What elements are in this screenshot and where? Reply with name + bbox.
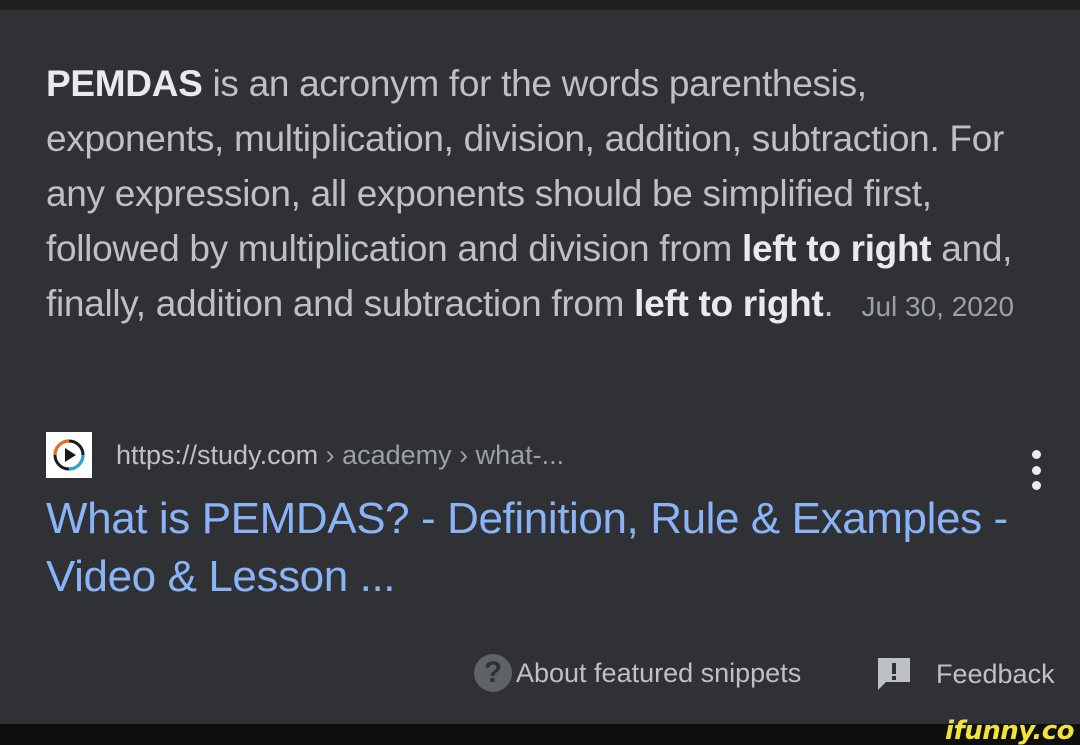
play-icon [53,439,85,471]
bottom-edge-bar [0,724,1080,745]
ifunny-watermark-logo: ifunny.co [945,716,1074,745]
about-featured-snippets-label: About featured snippets [516,657,802,688]
result-url[interactable]: https://study.com › academy › what-... [116,440,564,471]
snippet-date: Jul 30, 2020 [861,291,1015,322]
kebab-dot [1031,481,1041,490]
snippet-footer: ? About featured snippets Feedback [0,652,1080,696]
about-featured-snippets-link[interactable]: ? About featured snippets [474,654,801,692]
result-breadcrumb: › academy › what-... [318,439,565,470]
feedback-label: Feedback [936,658,1055,689]
result-source[interactable]: https://study.com › academy › what-... [46,432,564,478]
study-com-favicon-icon [46,432,92,478]
help-icon: ? [474,654,512,692]
kebab-dot [1031,450,1041,459]
feedback-button[interactable]: Feedback [874,654,1055,694]
snippet-bold-phrase-1: left to right [742,228,932,269]
snippet-bold-term: PEMDAS [46,63,203,104]
snippet-bold-phrase-2: left to right [634,283,824,324]
feedback-icon [878,658,910,690]
snippet-text: PEMDAS is an acronym for the words paren… [46,56,1046,334]
snippet-text-part-3: . [823,283,834,324]
kebab-dot [1031,465,1041,475]
top-edge-bar [0,0,1080,10]
more-options-icon[interactable] [1026,450,1046,490]
result-title-link[interactable]: What is PEMDAS? - Definition, Rule & Exa… [46,490,1056,606]
result-domain: https://study.com [116,439,319,470]
